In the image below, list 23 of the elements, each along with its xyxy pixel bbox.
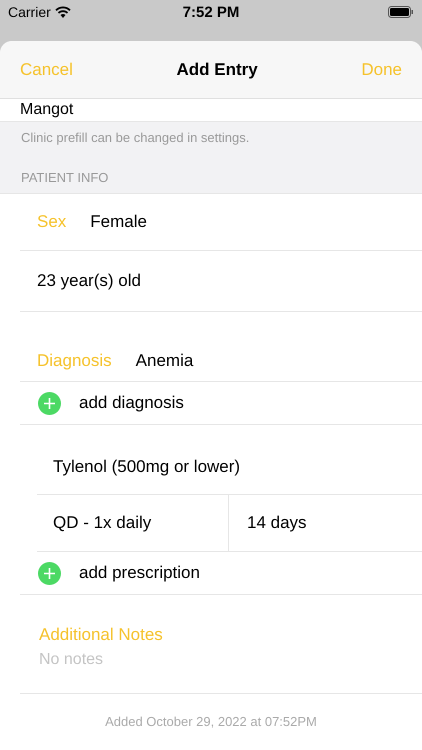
clinic-name: Mangot — [20, 101, 74, 119]
notes-label: Additional Notes — [39, 625, 164, 645]
section-footer: Clinic prefill can be changed in settings. — [0, 122, 422, 154]
diagnosis-value[interactable]: Anemia — [136, 351, 194, 371]
added-timestamp: Added October 29, 2022 at 07:52PM — [104, 713, 318, 729]
duration-value[interactable]: 14 days — [247, 513, 307, 533]
field-label: Diagnosis — [37, 351, 112, 371]
section-header: PATIENT INFO — [20, 169, 110, 187]
sheet-title: Add Entry — [176, 60, 258, 80]
sex-value[interactable]: Female — [90, 212, 147, 232]
battery-icon — [388, 6, 414, 18]
carrier-label: Carrier — [8, 4, 51, 20]
field-label: Sex — [37, 212, 66, 232]
add-icon[interactable] — [38, 562, 61, 584]
add-icon[interactable] — [38, 392, 61, 414]
frequency-value[interactable]: QD - 1x daily — [53, 513, 152, 533]
drug-name[interactable]: Tylenol (500mg or lower) — [53, 456, 240, 476]
notes-field[interactable]: No notes — [39, 651, 422, 669]
age-value[interactable]: 23 year(s) old — [37, 271, 141, 291]
add-prescription-button[interactable]: add prescription — [79, 563, 200, 583]
wifi-icon — [54, 6, 71, 18]
add-diagnosis-button[interactable]: add diagnosis — [79, 393, 184, 413]
status-time: 7:52 PM — [182, 4, 240, 21]
